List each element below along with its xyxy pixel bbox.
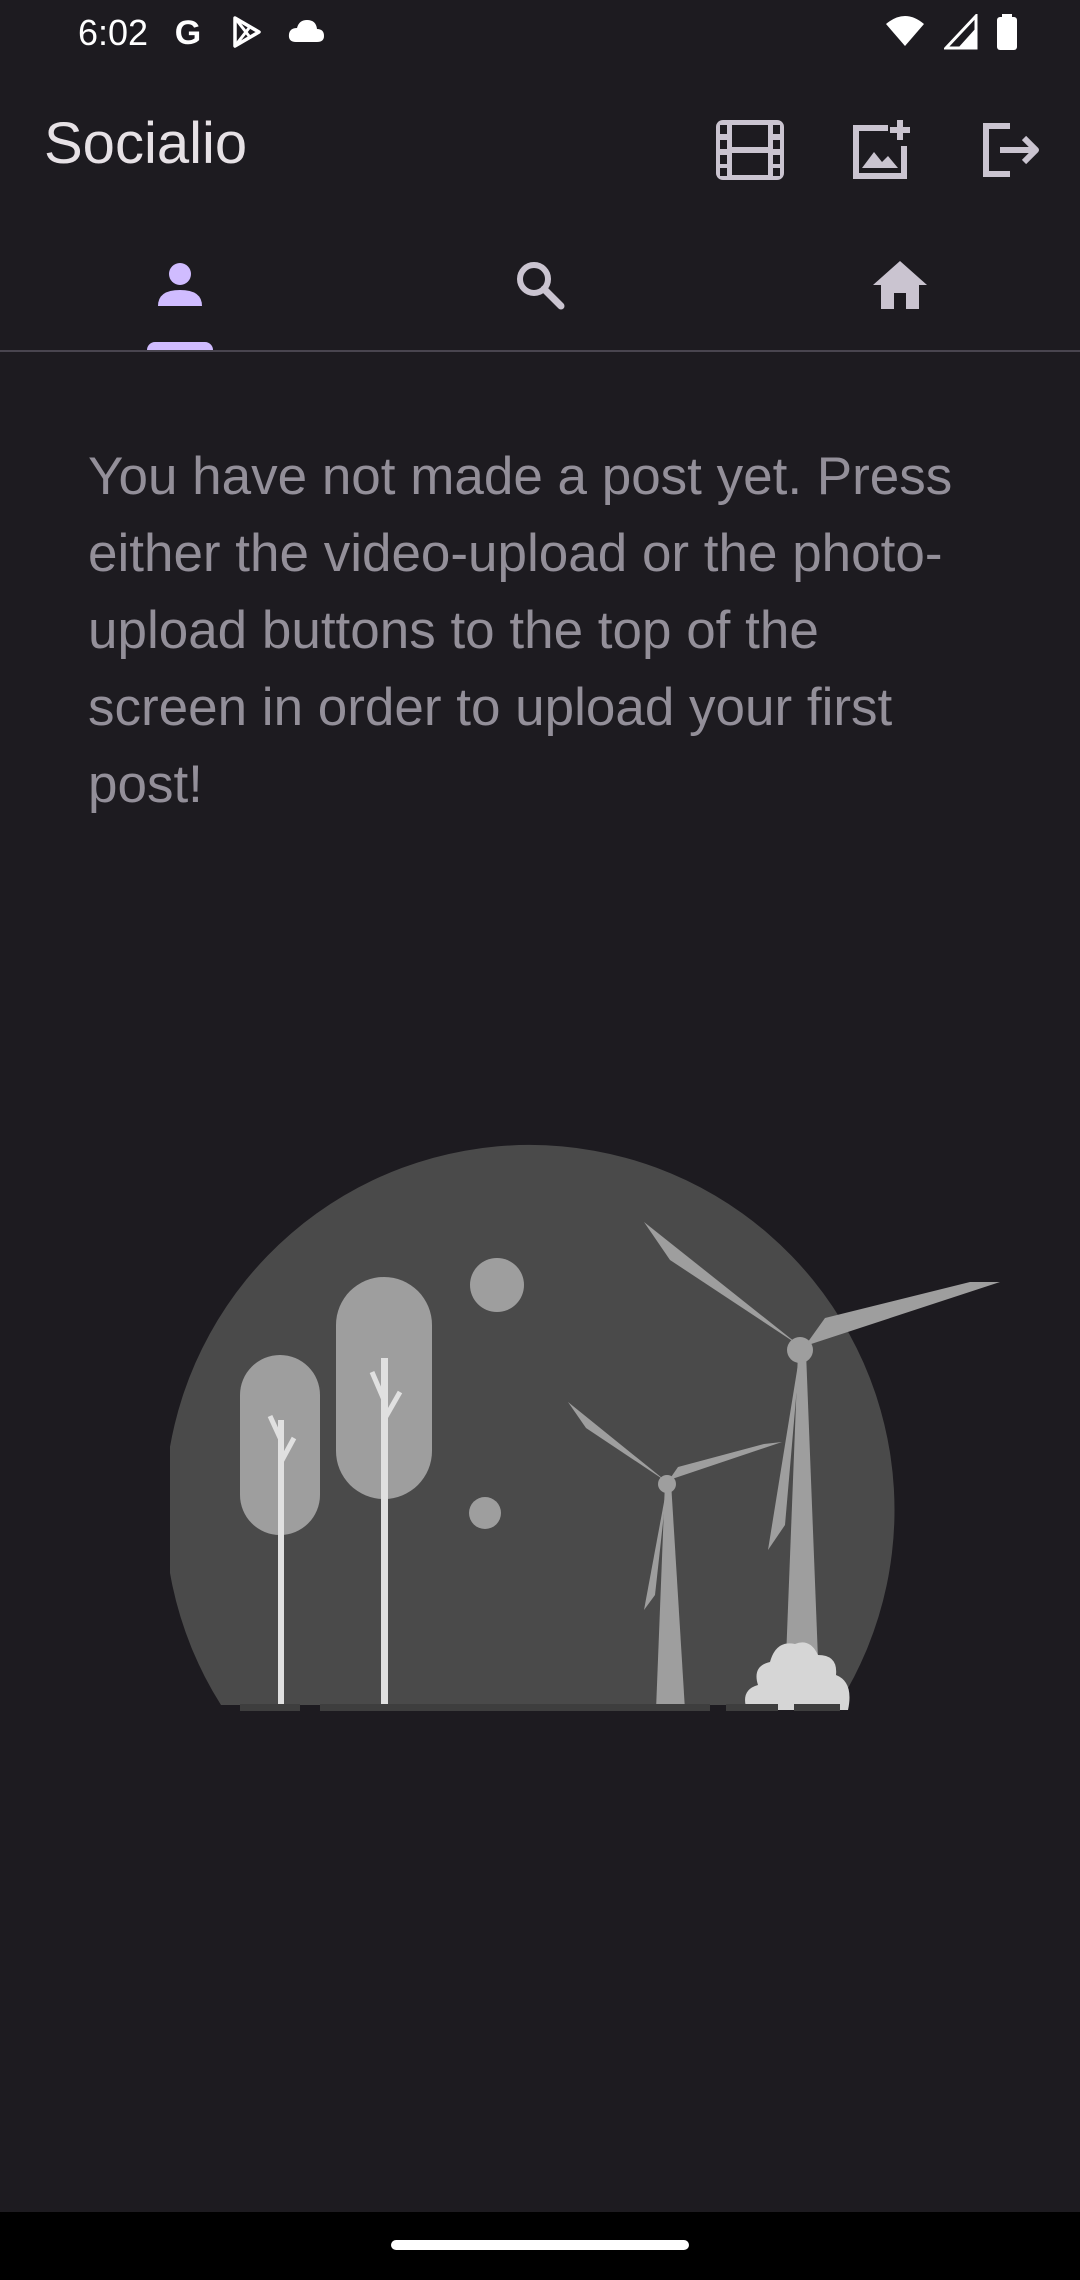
home-gesture-handle[interactable] <box>391 2240 689 2250</box>
status-system-icons <box>884 14 1018 50</box>
app-title: Socialio <box>44 111 248 176</box>
logout-button[interactable] <box>972 110 1052 190</box>
play-store-icon <box>233 16 261 48</box>
photo-upload-icon <box>853 120 910 179</box>
home-icon <box>873 261 927 309</box>
svg-text:G: G <box>175 14 201 50</box>
tab-search[interactable] <box>360 220 720 350</box>
status-time: 6:02 <box>78 12 149 53</box>
google-icon: G <box>175 14 201 50</box>
tab-home[interactable] <box>720 220 1080 350</box>
status-notification-icons: G <box>170 14 326 50</box>
empty-state-illustration <box>170 1144 1000 1711</box>
tab-profile[interactable] <box>0 220 360 350</box>
signal-icon <box>944 14 978 50</box>
video-upload-icon <box>716 120 784 180</box>
search-icon <box>517 262 565 310</box>
photo-upload-button[interactable] <box>842 110 922 190</box>
cloud-icon <box>288 20 324 42</box>
status-bar: 6:02 G <box>0 0 1080 70</box>
logout-icon <box>983 123 1039 177</box>
battery-icon <box>997 14 1017 50</box>
video-upload-button[interactable] <box>710 110 790 190</box>
empty-state-message: You have not made a post yet. Press eith… <box>88 447 953 814</box>
wifi-icon <box>886 16 924 46</box>
tab-bar <box>0 220 1080 352</box>
selected-tab-indicator <box>147 342 213 350</box>
person-icon <box>158 263 202 306</box>
app-bar: Socialio <box>0 90 1080 200</box>
